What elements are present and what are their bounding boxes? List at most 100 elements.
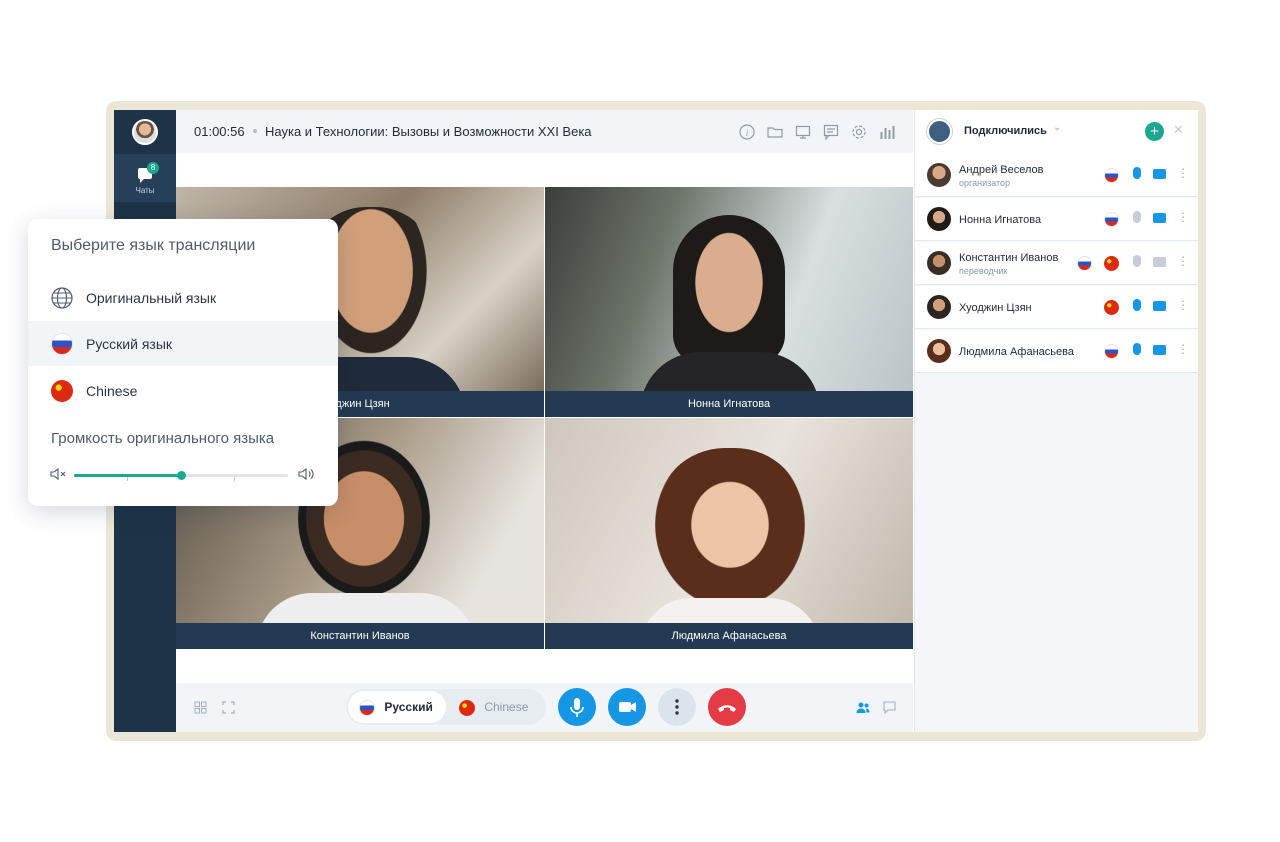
participants-icon[interactable] xyxy=(856,701,870,714)
camera-on-icon[interactable] xyxy=(1153,345,1166,355)
lang-ru-option[interactable]: Русский xyxy=(348,691,446,723)
top-bar: 01:00:56 Наука и Технологии: Вызовы и Во… xyxy=(176,110,913,153)
participant-name: Людмила Афанасьева xyxy=(959,346,1074,358)
more-vertical-icon[interactable]: ⋮ xyxy=(1177,210,1189,224)
separator-dot xyxy=(253,129,257,133)
flag-cn-icon xyxy=(1104,256,1119,271)
flag-cn-icon xyxy=(1104,300,1119,315)
video-camera-icon xyxy=(619,702,636,712)
participant-name: Андрей Веселов xyxy=(959,164,1044,176)
language-option-label: Chinese xyxy=(86,383,138,399)
fullscreen-icon[interactable] xyxy=(222,701,235,714)
participant-row[interactable]: Людмила Афанасьева ⋮ xyxy=(915,330,1198,373)
avatar xyxy=(927,207,951,231)
chat-bubble-icon[interactable] xyxy=(883,701,896,714)
svg-text:i: i xyxy=(746,128,749,138)
video-tile-name: Константин Иванов xyxy=(176,623,544,649)
mic-on-icon[interactable] xyxy=(1133,167,1141,179)
more-vertical-icon[interactable]: ⋮ xyxy=(1177,254,1189,268)
avatar xyxy=(927,295,951,319)
camera-off-icon[interactable] xyxy=(1153,257,1166,267)
lang-cn-option[interactable]: Chinese xyxy=(459,691,528,723)
add-participant-button[interactable]: + xyxy=(1145,122,1164,141)
hang-up-button[interactable] xyxy=(708,688,746,726)
participants-title: Подключились xyxy=(964,125,1047,137)
more-options-button[interactable] xyxy=(658,688,696,726)
mic-on-icon[interactable] xyxy=(1133,299,1141,311)
language-option-original[interactable]: Оригинальный язык xyxy=(28,275,338,320)
flag-cn-icon xyxy=(459,699,475,716)
notes-icon[interactable] xyxy=(823,124,839,140)
info-icon[interactable]: i xyxy=(739,124,755,140)
popover-title: Выберите язык трансляции xyxy=(51,237,256,254)
mic-on-icon[interactable] xyxy=(1133,343,1141,355)
screen-share-icon[interactable] xyxy=(795,124,811,140)
slider-tick xyxy=(127,477,128,481)
participant-role: организатор xyxy=(959,178,1011,188)
grid-layout-icon[interactable] xyxy=(194,701,207,714)
volume-up-icon[interactable] xyxy=(298,467,315,481)
avatar xyxy=(927,251,951,275)
lang-cn-label: Chinese xyxy=(484,700,529,714)
mic-button[interactable] xyxy=(558,688,596,726)
more-vertical-icon xyxy=(675,699,679,715)
participant-name: Константин Иванов xyxy=(959,252,1059,264)
flag-cn-icon xyxy=(51,380,73,402)
chats-nav-item[interactable]: 8 Чаты xyxy=(114,154,176,202)
language-popover: Выберите язык трансляции Оригинальный яз… xyxy=(28,219,338,506)
flag-ru-icon xyxy=(1077,256,1092,271)
avatar xyxy=(927,339,951,363)
participant-name: Хуоджин Цзян xyxy=(959,302,1032,314)
camera-on-icon[interactable] xyxy=(1153,213,1166,223)
mic-off-icon[interactable] xyxy=(1133,255,1141,267)
slider-tick xyxy=(234,477,235,481)
flag-ru-icon xyxy=(359,699,375,716)
close-icon[interactable]: ✕ xyxy=(1173,122,1184,138)
language-option-label: Оригинальный язык xyxy=(86,290,217,306)
chevron-down-icon[interactable]: ⌄ xyxy=(1053,122,1061,133)
gear-icon[interactable] xyxy=(851,124,867,140)
volume-slider[interactable] xyxy=(74,471,288,481)
more-vertical-icon[interactable]: ⋮ xyxy=(1177,298,1189,312)
chats-badge: 8 xyxy=(147,162,159,174)
participant-row[interactable]: Нонна Игнатова ⋮ xyxy=(915,198,1198,241)
participant-video xyxy=(673,215,785,365)
flag-ru-icon xyxy=(51,333,73,355)
more-vertical-icon[interactable]: ⋮ xyxy=(1177,166,1189,180)
flag-ru-icon xyxy=(1104,168,1119,183)
participant-role: переводчик xyxy=(959,266,1008,276)
phone-hangup-icon xyxy=(718,705,736,712)
participants-panel: Подключились ⌄ + ✕ Андрей Веселов органи… xyxy=(914,110,1198,732)
video-tile-name: Людмила Афанасьева xyxy=(545,623,913,649)
microphone-icon xyxy=(570,698,584,717)
more-vertical-icon[interactable]: ⋮ xyxy=(1177,342,1189,356)
video-tile[interactable]: Людмила Афанасьева xyxy=(545,418,913,649)
language-option-label: Русский язык xyxy=(86,336,173,352)
lang-ru-label: Русский xyxy=(384,700,433,714)
avatar xyxy=(927,163,951,187)
language-switch: Русский Chinese xyxy=(346,689,546,725)
folder-icon[interactable] xyxy=(767,124,783,140)
participant-row[interactable]: Хуоджин Цзян ⋮ xyxy=(915,286,1198,329)
volume-title: Громкость оригинального языка xyxy=(51,430,275,447)
participants-group-icon xyxy=(927,119,952,144)
volume-slider-knob[interactable] xyxy=(177,471,186,480)
language-option-russian[interactable]: Русский язык xyxy=(28,321,338,366)
video-tile[interactable]: Нонна Игнатова xyxy=(545,187,913,417)
my-avatar[interactable] xyxy=(132,119,158,145)
participants-header: Подключились ⌄ + ✕ xyxy=(915,110,1198,154)
flag-ru-icon xyxy=(1104,344,1119,359)
camera-on-icon[interactable] xyxy=(1153,301,1166,311)
camera-button[interactable] xyxy=(608,688,646,726)
participant-row[interactable]: Андрей Веселов организатор ⋮ xyxy=(915,154,1198,197)
globe-icon xyxy=(51,287,73,309)
chats-label: Чаты xyxy=(135,186,155,195)
participant-row[interactable]: Константин Иванов переводчик ⋮ xyxy=(915,242,1198,285)
participant-name: Нонна Игнатова xyxy=(959,214,1042,226)
stats-icon[interactable] xyxy=(879,124,895,140)
volume-mute-icon[interactable] xyxy=(50,467,66,481)
language-option-chinese[interactable]: Chinese xyxy=(28,368,338,413)
camera-on-icon[interactable] xyxy=(1153,169,1166,179)
participant-video xyxy=(655,448,805,608)
mic-off-icon[interactable] xyxy=(1133,211,1141,223)
